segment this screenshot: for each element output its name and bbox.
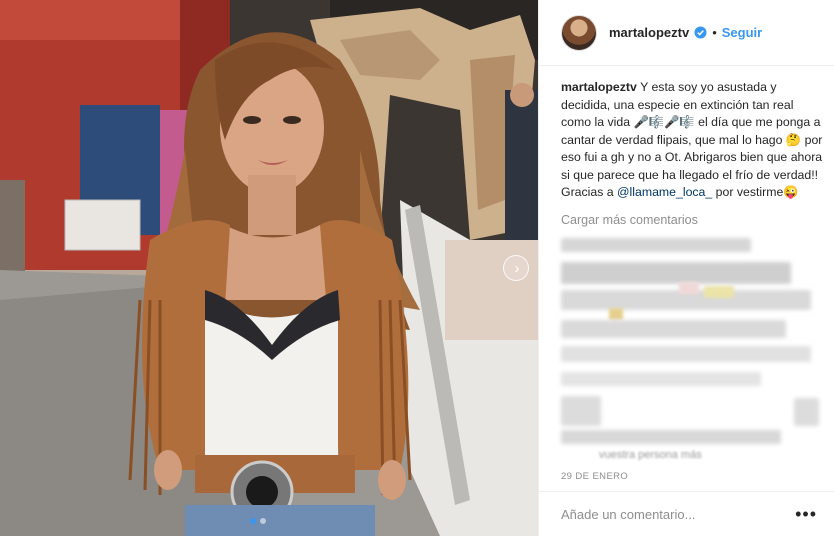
blurred-comment bbox=[794, 398, 819, 426]
blurred-emoji bbox=[704, 286, 734, 298]
post-photo[interactable]: › bbox=[0, 0, 538, 536]
blurred-emoji bbox=[679, 282, 699, 294]
caption-thanks-suffix: por vestirme😜 bbox=[715, 185, 799, 199]
caption-thanks-prefix: Gracias a bbox=[561, 185, 614, 199]
blurred-comment bbox=[561, 262, 791, 284]
username-link[interactable]: martalopeztv bbox=[609, 25, 689, 40]
post-header: martalopeztv • Seguir bbox=[539, 0, 834, 66]
blurred-comment bbox=[561, 372, 761, 386]
blurred-comment bbox=[561, 346, 811, 362]
post-caption: martalopeztv Y esta soy yo asustada y de… bbox=[561, 79, 823, 202]
verified-badge-icon bbox=[694, 26, 707, 39]
blurred-comment bbox=[561, 430, 781, 444]
caption-username[interactable]: martalopeztv bbox=[561, 80, 637, 94]
photo-illustration bbox=[0, 0, 538, 536]
post-sidebar: martalopeztv • Seguir martalopeztv Y est… bbox=[538, 0, 834, 536]
caption-text: Y esta soy yo asustada y decidida, una e… bbox=[561, 80, 823, 182]
blurred-comment bbox=[561, 320, 786, 338]
more-options-icon[interactable]: ••• bbox=[795, 505, 817, 523]
blurred-comment-fragment: vuestra persona más bbox=[599, 449, 702, 461]
comment-composer: ••• bbox=[539, 491, 834, 536]
carousel-dot bbox=[260, 518, 266, 524]
instagram-post: › martalopeztv • Seguir martalopeztv Y e… bbox=[0, 0, 834, 536]
caption-mention-link[interactable]: @llamame_loca_ bbox=[617, 185, 712, 199]
follow-button[interactable]: Seguir bbox=[722, 25, 762, 40]
avatar[interactable] bbox=[561, 14, 597, 51]
carousel-dot-active bbox=[250, 518, 256, 524]
blurred-comment bbox=[561, 396, 601, 426]
blurred-comment bbox=[561, 238, 751, 252]
chevron-right-icon: › bbox=[514, 259, 520, 277]
next-slide-button[interactable]: › bbox=[503, 255, 529, 281]
load-more-comments-button[interactable]: Cargar más comentarios bbox=[561, 213, 698, 227]
carousel-indicator bbox=[250, 518, 266, 524]
blurred-emoji bbox=[609, 308, 623, 320]
comment-input[interactable] bbox=[561, 506, 796, 522]
separator-dot: • bbox=[712, 25, 717, 40]
post-date[interactable]: 29 DE ENERO bbox=[561, 471, 628, 482]
